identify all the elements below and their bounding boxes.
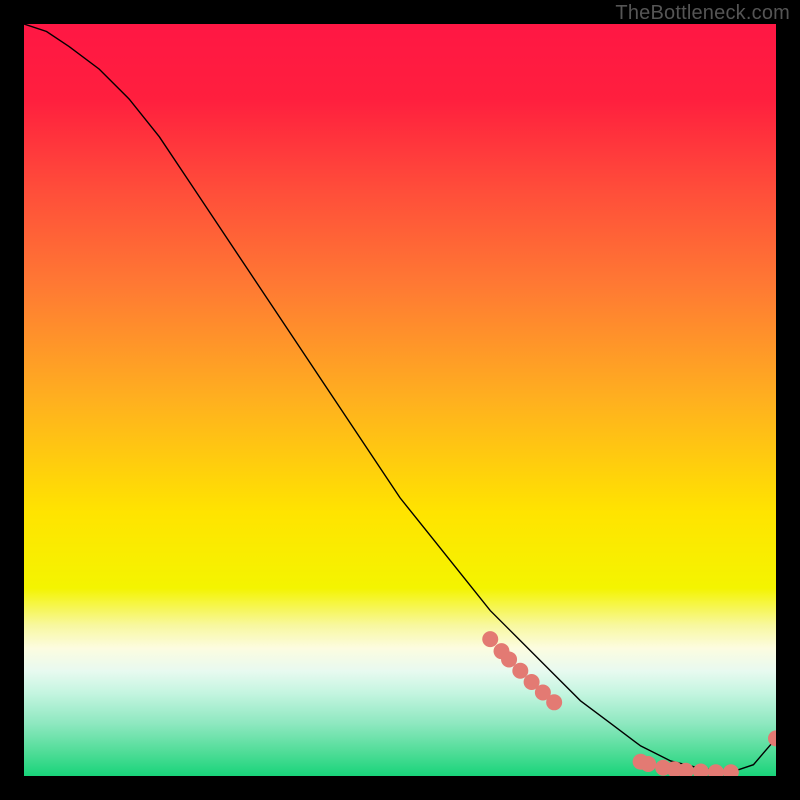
- scatter-marker: [546, 694, 562, 710]
- watermark-text: TheBottleneck.com: [615, 2, 790, 25]
- scatter-marker: [501, 651, 517, 667]
- scatter-marker: [482, 631, 498, 647]
- bottleneck-chart: [24, 24, 776, 776]
- chart-frame: TheBottleneck.com: [0, 0, 800, 800]
- gradient-background: [24, 24, 776, 776]
- scatter-marker: [640, 756, 656, 772]
- scatter-marker: [512, 663, 528, 679]
